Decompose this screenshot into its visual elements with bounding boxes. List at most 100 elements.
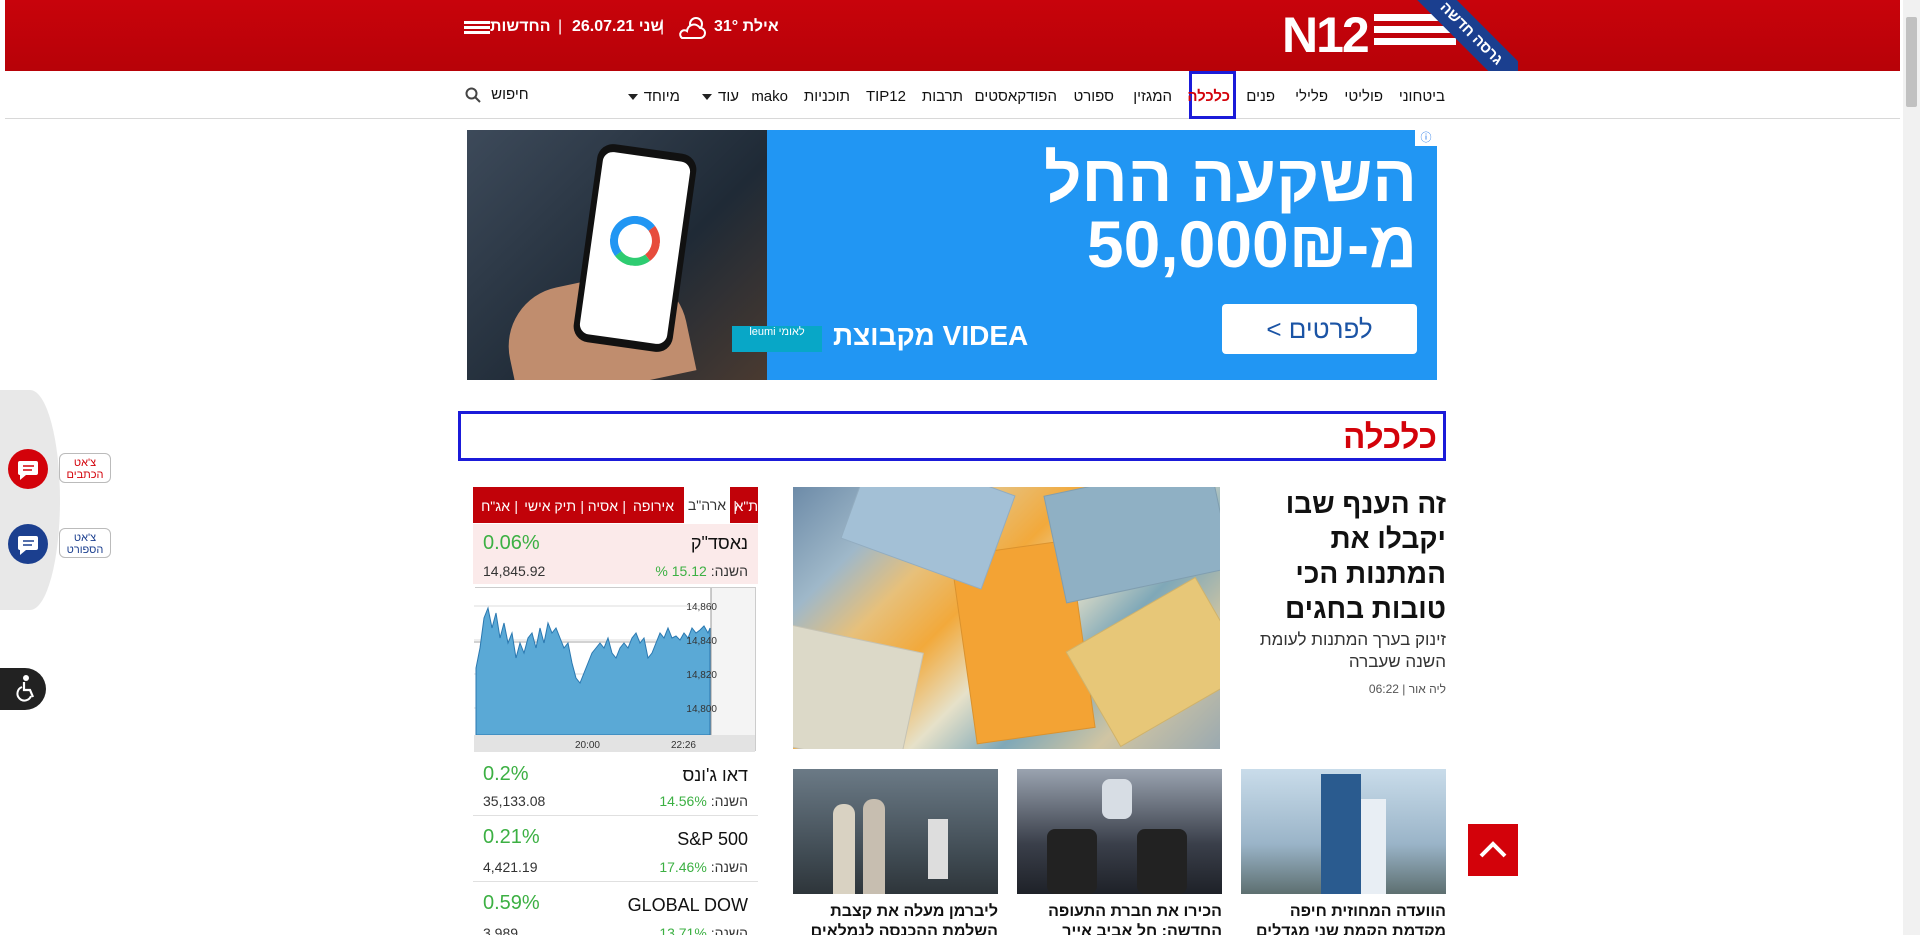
card-image[interactable] — [793, 769, 998, 894]
stock-value: 4,421.19 — [483, 859, 538, 875]
year-value: 13.71% — [659, 925, 707, 935]
section-header: כלכלה — [458, 411, 1446, 461]
tab-asia[interactable]: אסיה — [588, 498, 618, 514]
chat-writers-label[interactable]: צ'אט הכתבים — [59, 453, 111, 483]
year-label: השנה: — [710, 563, 748, 579]
row-divider — [473, 881, 758, 882]
tab-separator: | — [580, 498, 584, 514]
menu-icon — [464, 20, 490, 34]
scroll-to-top-button[interactable] — [1468, 824, 1518, 876]
chart-y-tick: 14,860 — [686, 602, 717, 613]
logo-text: N12 — [1282, 7, 1370, 63]
stock-value: 3,989 — [483, 925, 519, 935]
chart-y-tick: 14,820 — [686, 670, 717, 681]
stock-value: 14,845.92 — [483, 563, 546, 579]
scrollbar-thumb[interactable] — [1906, 17, 1917, 107]
tab-usa[interactable]: ארה"ב — [683, 487, 730, 523]
main-article-subtitle: זינוק בערך המתנות לעומת השנה שעברה — [1259, 630, 1446, 671]
nav-special-label: מיוחד — [643, 88, 680, 105]
main-nav: ביטחוני פוליטי פלילי פנים כלכלה המגזין ס… — [5, 71, 1900, 119]
news-menu-link[interactable]: החדשות — [458, 18, 551, 36]
accessibility-icon — [16, 675, 35, 702]
year-value: 17.46% — [659, 859, 707, 875]
main-article-meta: ליה אור | 06:22 — [1368, 682, 1446, 696]
card-title[interactable]: ליברמן מעלה את קצבת השלמת ההכנסה לנמלאים — [793, 902, 998, 935]
tab-portfolio[interactable]: תיק אישי — [524, 498, 576, 514]
year-label: השנה: — [710, 793, 748, 809]
chevron-down-icon — [702, 94, 713, 101]
chat-icon — [18, 461, 38, 480]
advertisement-banner[interactable]: השקעה החל מ-50,000₪ לפרטים > מקבוצת VIDE… — [467, 130, 1437, 380]
tab-separator: | — [733, 498, 737, 514]
header-separator: | — [558, 18, 563, 35]
main-article-title[interactable]: זה הענף שבו יקבלו את המתנות הכי טובות בח… — [1236, 486, 1446, 626]
card-title[interactable]: הכירו את חברת התעופה החדשה: חל אביב אייר — [1017, 902, 1222, 935]
stock-name: נאסד"ק — [690, 533, 748, 553]
stock-name[interactable]: דאו ג'ונס — [683, 765, 749, 786]
nav-item-sport[interactable]: ספורט — [1073, 88, 1114, 105]
stock-chart[interactable]: 14,860 14,840 14,820 14,800 20:00 22:26 — [474, 587, 756, 752]
tab-tel-aviv[interactable]: ת"א — [735, 498, 758, 514]
nav-item-shows[interactable]: תוכניות — [804, 88, 850, 105]
news-label: החדשות — [490, 18, 551, 35]
card-image[interactable] — [1017, 769, 1222, 894]
nav-item-economy[interactable]: כלכלה — [1187, 88, 1230, 105]
nav-item-domestic[interactable]: פנים — [1246, 88, 1275, 105]
adchoices-icon[interactable]: ⓘ — [1415, 130, 1437, 146]
stock-change: 0.21% — [483, 826, 540, 848]
nav-item-security[interactable]: ביטחוני — [1399, 88, 1445, 105]
ad-details-button[interactable]: לפרטים > — [1222, 304, 1417, 354]
nav-item-politics[interactable]: פוליטי — [1344, 88, 1383, 105]
year-label: השנה: — [710, 859, 748, 875]
row-divider — [473, 815, 758, 816]
donut-chart-icon — [606, 212, 664, 270]
nav-item-culture[interactable]: תרבות — [922, 88, 963, 105]
main-article-image[interactable] — [793, 487, 1220, 749]
stock-chart-svg: 14,860 14,840 14,820 14,800 20:00 22:26 — [474, 588, 755, 752]
accessibility-button[interactable] — [0, 668, 46, 710]
chart-y-tick: 14,840 — [686, 636, 717, 647]
search-label: חיפוש — [491, 86, 529, 103]
market-tabs: ת"א | ארה"ב אירופה | אסיה | תיק אישי | א… — [473, 487, 758, 523]
site-logo[interactable]: N12 גרסה חדשה — [1278, 0, 1518, 71]
nav-item-podcasts[interactable]: הפודקאסטים — [974, 88, 1057, 105]
card-title[interactable]: הוועדה המחוזית חיפה מקדמת הקמת שני מגדלי… — [1241, 902, 1446, 935]
article-author: ליה אור — [1408, 682, 1446, 696]
stock-year-change: השנה: 14.56% — [659, 793, 748, 809]
stock-change: 0.06% — [483, 532, 540, 554]
nav-item-magazine[interactable]: המגזין — [1133, 88, 1172, 105]
ad-headline: השקעה החל — [1043, 141, 1417, 215]
stock-name[interactable]: GLOBAL DOW — [628, 895, 748, 916]
tab-europe[interactable]: אירופה — [633, 498, 674, 514]
ad-headline-amount: מ-50,000₪ — [1086, 207, 1417, 281]
tab-bonds[interactable]: אג"ח — [481, 498, 510, 514]
nav-item-special[interactable]: מיוחד — [627, 88, 680, 105]
card-image[interactable] — [1241, 769, 1446, 894]
side-chat-panel — [0, 390, 60, 610]
chart-x-tick: 20:00 — [575, 740, 600, 751]
chat-sport-label[interactable]: צ'אט הספורט — [59, 528, 111, 558]
year-value: 14.56% — [659, 793, 707, 809]
chart-y-tick: 14,800 — [686, 704, 717, 715]
search-icon — [465, 87, 481, 103]
tab-separator: | — [514, 498, 518, 514]
chat-writers-button[interactable] — [8, 449, 48, 489]
chart-x-tick: 22:26 — [671, 740, 696, 751]
stock-change: 0.2% — [483, 763, 529, 785]
leumi-logo: לאומי leumi — [732, 326, 822, 352]
chevron-down-icon — [627, 94, 638, 101]
year-label: השנה: — [710, 925, 748, 935]
stock-name[interactable]: S&P 500 — [677, 829, 748, 850]
header-date: שני 26.07.21 — [572, 18, 664, 35]
page-scrollbar[interactable] — [1903, 0, 1920, 935]
nav-item-mako[interactable]: mako — [751, 88, 788, 105]
chat-sport-button[interactable] — [8, 524, 48, 564]
tab-separator: | — [622, 498, 626, 514]
weather-city: אילת 31° — [714, 18, 779, 35]
partly-cloudy-icon — [679, 17, 706, 39]
stock-year-change: השנה: 13.71% — [659, 925, 748, 935]
nav-item-criminal[interactable]: פלילי — [1295, 88, 1328, 105]
search-button[interactable]: חיפוש — [465, 86, 529, 103]
nav-item-tip12[interactable]: TIP12 — [866, 88, 906, 105]
nav-item-more[interactable]: עוד — [702, 88, 739, 105]
